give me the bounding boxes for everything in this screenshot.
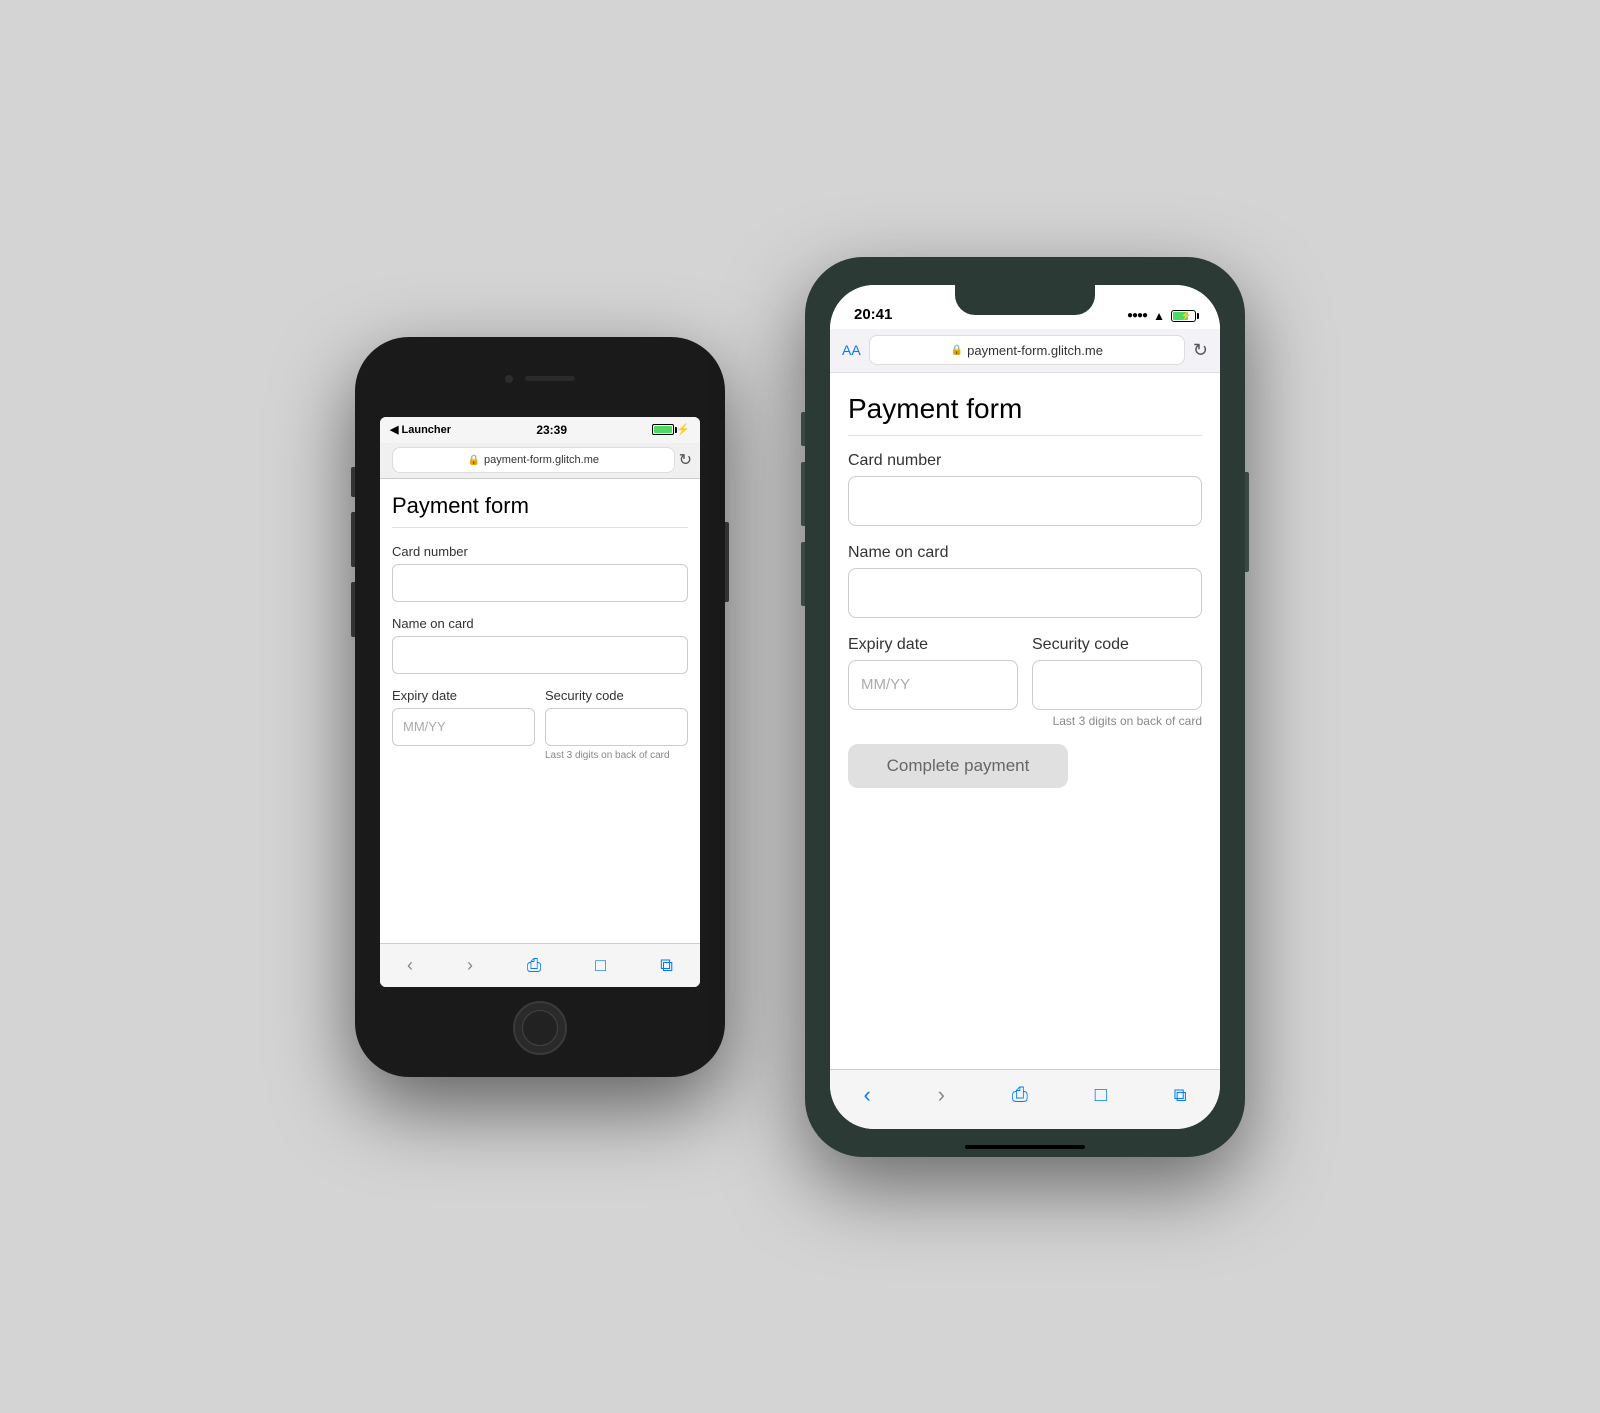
- tabs-button-old[interactable]: ⧉: [660, 955, 673, 976]
- card-number-placeholder-new: [849, 477, 1201, 525]
- security-label-old: Security code: [545, 688, 688, 703]
- address-bar-new[interactable]: AA 🔒 payment-form.glitch.me ↻: [830, 329, 1220, 373]
- charging-icon-old: ⚡: [676, 423, 690, 436]
- name-placeholder-new: [849, 569, 1201, 617]
- lock-icon-new: 🔒: [951, 345, 963, 356]
- security-group-new: Security code Last 3 digits on back of c…: [1032, 636, 1202, 744]
- expiry-input-old[interactable]: MM/YY: [392, 708, 535, 746]
- security-placeholder-old: [546, 709, 687, 745]
- lock-icon-old: 🔒: [468, 455, 480, 466]
- form-title-new: Payment form: [848, 393, 1202, 425]
- speaker-grille: [525, 376, 575, 381]
- card-number-label-old: Card number: [392, 544, 688, 559]
- battery-area-old: ⚡: [652, 423, 690, 436]
- battery-fill-old: [654, 426, 672, 433]
- expiry-group-old: Expiry date MM/YY: [392, 688, 535, 773]
- battery-icon-new: ⚡: [1171, 310, 1196, 322]
- page-content-new: Payment form Card number Name on card Ex…: [830, 373, 1220, 1069]
- expiry-group-new: Expiry date MM/YY: [848, 636, 1018, 744]
- power-button-new: [1245, 472, 1249, 572]
- card-number-input-new[interactable]: [848, 476, 1202, 526]
- back-button-old[interactable]: ‹: [407, 955, 413, 976]
- mute-button: [351, 467, 355, 497]
- iphone-7-device: ◀ Launcher 23:39 ⚡ 🔒 payment-form.glitch…: [355, 337, 725, 1077]
- expiry-placeholder-new: MM/YY: [849, 661, 1017, 709]
- bottom-row-new: Expiry date MM/YY Security code Last 3 d…: [848, 636, 1202, 744]
- url-box-old[interactable]: 🔒 payment-form.glitch.me: [392, 447, 675, 473]
- battery-icon-old: [652, 424, 674, 435]
- top-speaker-area: [380, 365, 700, 393]
- bookmarks-button-new[interactable]: □: [1095, 1084, 1107, 1107]
- back-button-new[interactable]: ‹: [863, 1082, 870, 1108]
- time-label-old: 23:39: [536, 423, 567, 437]
- security-hint-new: Last 3 digits on back of card: [1032, 714, 1202, 728]
- url-box-new[interactable]: 🔒 payment-form.glitch.me: [869, 335, 1185, 365]
- bookmarks-button-old[interactable]: □: [595, 955, 606, 976]
- card-number-placeholder-old: [393, 565, 687, 601]
- bottom-nav-new: ‹ › ⎙ □ ⧉: [830, 1069, 1220, 1129]
- notch: [955, 285, 1095, 315]
- signal-icon-new: ●●●●: [1127, 310, 1147, 321]
- volume-up-button-new: [801, 462, 805, 526]
- security-input-old[interactable]: [545, 708, 688, 746]
- power-button: [725, 522, 729, 602]
- camera-dot: [505, 375, 513, 383]
- name-placeholder-old: [393, 637, 687, 673]
- share-button-old[interactable]: ⎙: [527, 955, 541, 976]
- carrier-label: ◀ Launcher: [390, 423, 451, 436]
- home-button-inner-old: [522, 1010, 558, 1046]
- iphone-11-device: 20:41 ●●●● ▲ ⚡ AA 🔒 payment-form.glitch.…: [805, 257, 1245, 1157]
- security-input-new[interactable]: [1032, 660, 1202, 710]
- wifi-icon-new: ▲: [1153, 309, 1165, 323]
- expiry-placeholder-old: MM/YY: [393, 709, 534, 745]
- bottom-nav-old: ‹ › ⎙ □ ⧉: [380, 943, 700, 987]
- security-placeholder-new: [1033, 661, 1201, 709]
- title-divider-old: [392, 527, 688, 528]
- tabs-button-new[interactable]: ⧉: [1174, 1085, 1187, 1106]
- bottom-row-old: Expiry date MM/YY Security code Last 3 d…: [392, 688, 688, 773]
- name-label-old: Name on card: [392, 616, 688, 631]
- reload-button-new[interactable]: ↻: [1193, 340, 1208, 361]
- time-label-new: 20:41: [854, 306, 892, 323]
- page-content-old: Payment form Card number Name on card Ex…: [380, 479, 700, 943]
- aa-button-new[interactable]: AA: [842, 342, 861, 358]
- volume-down-button: [351, 582, 355, 637]
- address-bar-old[interactable]: 🔒 payment-form.glitch.me ↻: [380, 443, 700, 479]
- name-input-new[interactable]: [848, 568, 1202, 618]
- status-icons-new: ●●●● ▲ ⚡: [1127, 309, 1196, 323]
- iphone7-screen: ◀ Launcher 23:39 ⚡ 🔒 payment-form.glitch…: [380, 417, 700, 987]
- volume-up-button: [351, 512, 355, 567]
- expiry-label-old: Expiry date: [392, 688, 535, 703]
- bolt-icon-new: ⚡: [1181, 310, 1192, 321]
- name-input-old[interactable]: [392, 636, 688, 674]
- expiry-input-new[interactable]: MM/YY: [848, 660, 1018, 710]
- card-number-input-old[interactable]: [392, 564, 688, 602]
- title-divider-new: [848, 435, 1202, 436]
- security-label-new: Security code: [1032, 636, 1202, 654]
- reload-button-old[interactable]: ↻: [679, 450, 692, 470]
- share-button-new[interactable]: ⎙: [1012, 1084, 1028, 1107]
- volume-down-button-new: [801, 542, 805, 606]
- card-number-label-new: Card number: [848, 452, 1202, 470]
- home-button-old[interactable]: [513, 1001, 567, 1055]
- forward-button-new[interactable]: ›: [938, 1082, 945, 1108]
- forward-button-old[interactable]: ›: [467, 955, 473, 976]
- url-text-new: payment-form.glitch.me: [967, 343, 1103, 358]
- security-group-old: Security code Last 3 digits on back of c…: [545, 688, 688, 773]
- iphone11-screen: 20:41 ●●●● ▲ ⚡ AA 🔒 payment-form.glitch.…: [830, 285, 1220, 1129]
- name-label-new: Name on card: [848, 544, 1202, 562]
- url-text-old: payment-form.glitch.me: [484, 454, 599, 466]
- status-bar-old: ◀ Launcher 23:39 ⚡: [380, 417, 700, 443]
- complete-payment-button-new[interactable]: Complete payment: [848, 744, 1068, 788]
- form-title-old: Payment form: [392, 493, 688, 519]
- expiry-label-new: Expiry date: [848, 636, 1018, 654]
- security-hint-old: Last 3 digits on back of card: [545, 750, 688, 761]
- mute-button-new: [801, 412, 805, 446]
